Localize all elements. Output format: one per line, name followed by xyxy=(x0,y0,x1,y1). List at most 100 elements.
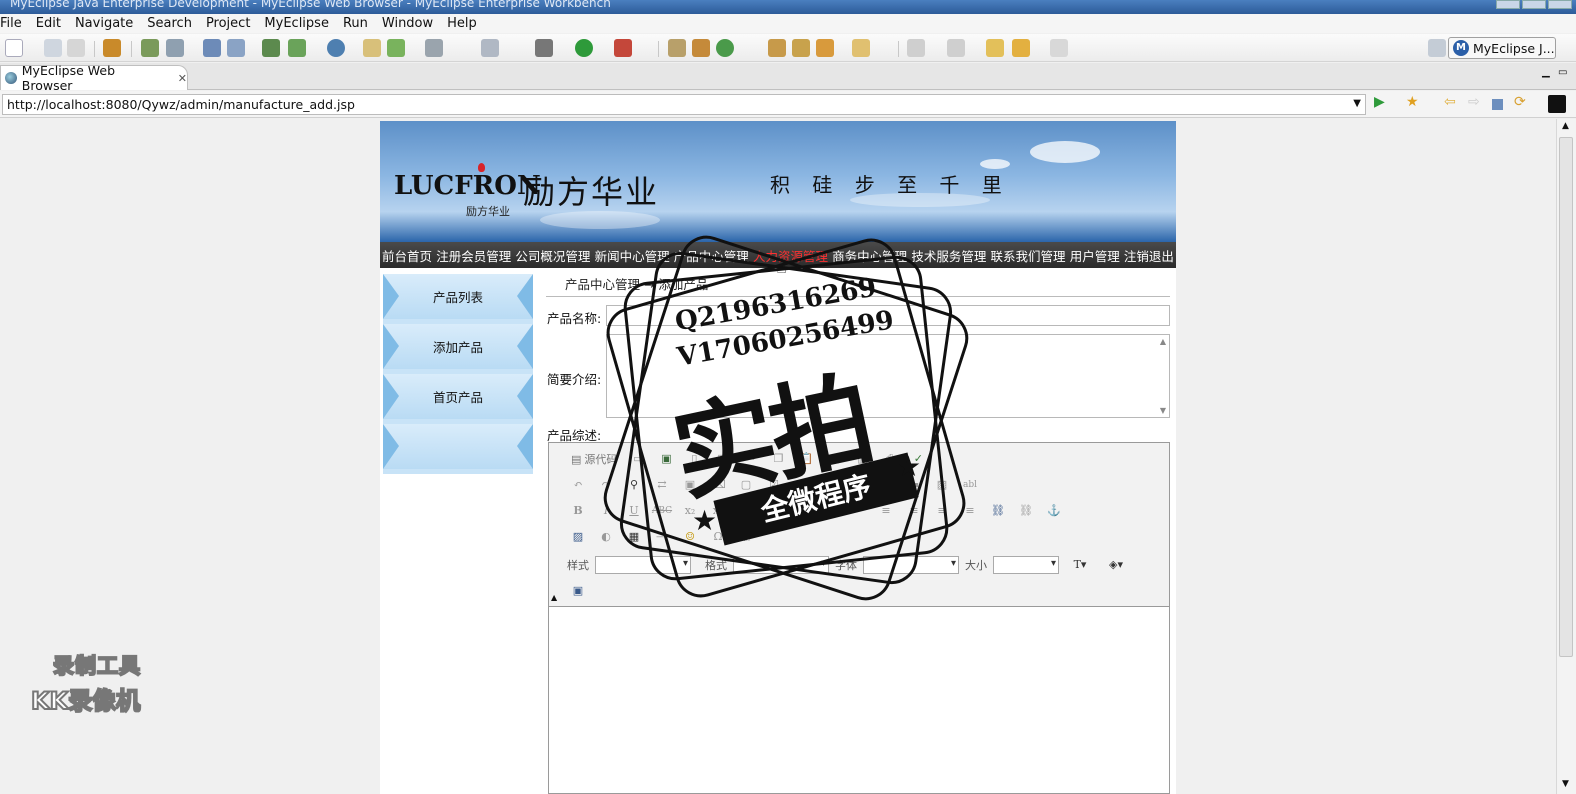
scroll-up-icon[interactable]: ▲ xyxy=(1160,337,1166,346)
nav-item[interactable]: 注销退出 xyxy=(1124,246,1174,265)
menu-file[interactable]: File xyxy=(0,16,29,31)
nav-item[interactable]: 联系我们管理 xyxy=(991,246,1066,265)
browser-menu-icon[interactable] xyxy=(1548,95,1566,113)
save-icon[interactable] xyxy=(44,39,62,57)
menu-window[interactable]: Window xyxy=(375,16,440,31)
editor-tab-row: MyEclipse Web Browser ✕ ▁ ▭ xyxy=(0,63,1576,93)
menu-edit[interactable]: Edit xyxy=(29,16,68,31)
sidebar-item-home-products[interactable]: 首页产品 xyxy=(383,374,533,419)
new-folder-icon[interactable] xyxy=(387,39,405,57)
package-icon[interactable] xyxy=(103,39,121,57)
scroll-thumb[interactable] xyxy=(1559,137,1573,657)
unlink-icon[interactable]: ⛓ xyxy=(1015,501,1037,521)
site-banner: LUCFRON 励方华业 励方华业 积 硅 步 至 千 里 xyxy=(380,121,1176,242)
star-icon: ★ xyxy=(692,504,718,537)
sidebar-item-label: 首页产品 xyxy=(432,390,483,405)
maximize-button[interactable] xyxy=(1522,0,1546,9)
maximize-view-icon[interactable]: ▭ xyxy=(1558,67,1567,78)
connect-icon[interactable] xyxy=(768,39,786,57)
sidebar-item-product-list[interactable]: 产品列表 xyxy=(383,274,533,319)
editor-content-area[interactable] xyxy=(549,608,1169,793)
nav-item[interactable]: 用户管理 xyxy=(1070,246,1120,265)
show-blocks-icon[interactable]: ▣ xyxy=(567,581,589,601)
menu-myeclipse[interactable]: MyEclipse xyxy=(257,16,336,31)
hierarchy-icon[interactable] xyxy=(262,39,280,57)
size-select[interactable] xyxy=(993,556,1059,574)
camera-icon[interactable] xyxy=(425,39,443,57)
run-icon[interactable] xyxy=(575,39,593,57)
open-folder-icon[interactable] xyxy=(363,39,381,57)
minimize-view-icon[interactable]: ▁ xyxy=(1542,67,1550,78)
menu-navigate[interactable]: Navigate xyxy=(68,16,140,31)
last-edit-icon[interactable] xyxy=(986,39,1004,57)
window-controls[interactable] xyxy=(1496,0,1572,10)
menu-project[interactable]: Project xyxy=(199,16,257,31)
nav-item[interactable]: 前台首页 xyxy=(382,246,432,265)
scroll-down-icon[interactable]: ▼ xyxy=(1160,406,1166,415)
nav-item[interactable]: 注册会员管理 xyxy=(436,246,511,265)
chevron-down-icon[interactable]: ▼ xyxy=(1353,98,1361,109)
tools-icon[interactable] xyxy=(668,39,686,57)
next-annotation-icon[interactable] xyxy=(907,39,925,57)
bold-icon[interactable]: B xyxy=(567,501,589,521)
image-icon[interactable] xyxy=(481,39,499,57)
vertical-scrollbar[interactable]: ▲ ▼ xyxy=(1556,119,1576,794)
menu-help[interactable]: Help xyxy=(440,16,484,31)
collapse-toolbar-icon[interactable]: ▲ xyxy=(551,593,557,602)
sidebar-item-label: 产品列表 xyxy=(432,290,483,305)
side-menu: 产品列表 添加产品 首页产品 xyxy=(383,274,533,474)
main-toolbar: M MyEclipse J... xyxy=(0,34,1576,62)
deploy-icon[interactable] xyxy=(203,39,221,57)
server-icon[interactable] xyxy=(166,39,184,57)
bg-color-icon[interactable]: ◈▾ xyxy=(1101,555,1131,575)
reload-icon[interactable]: ⟳ xyxy=(1514,94,1528,110)
url-input[interactable]: http://localhost:8080/Qywz/admin/manufac… xyxy=(2,94,1366,115)
menu-run[interactable]: Run xyxy=(336,16,375,31)
perspective-button[interactable]: M MyEclipse J... xyxy=(1448,37,1556,59)
refresh-icon[interactable] xyxy=(716,39,734,57)
minimize-button[interactable] xyxy=(1496,0,1520,9)
stop-icon[interactable] xyxy=(1492,99,1503,110)
back-icon[interactable] xyxy=(1012,39,1030,57)
sidebar-item-empty xyxy=(383,424,533,469)
nav-item[interactable]: 公司概况管理 xyxy=(515,246,590,265)
text-color-icon[interactable]: T▾ xyxy=(1065,555,1095,575)
debug-icon[interactable] xyxy=(141,39,159,57)
source-icon: ▤ xyxy=(571,452,582,466)
insert-image-icon[interactable]: ▨ xyxy=(567,527,589,547)
nav-forward-icon[interactable]: ⇨ xyxy=(1468,94,1482,110)
open-perspective-icon[interactable] xyxy=(1428,39,1446,57)
url-text: http://localhost:8080/Qywz/admin/manufac… xyxy=(7,97,355,112)
scroll-up-icon[interactable]: ▲ xyxy=(1562,121,1569,131)
stamp-watermark: Q2196316269 V17060256499 实拍 全微程序 ★ ★ xyxy=(596,228,976,608)
close-tab-icon[interactable]: ✕ xyxy=(178,72,187,85)
link-icon[interactable]: ⛓ xyxy=(987,501,1009,521)
print-icon[interactable] xyxy=(67,39,85,57)
go-icon[interactable]: ▶ xyxy=(1374,94,1388,110)
globe-icon[interactable] xyxy=(327,39,345,57)
undo-icon[interactable]: ↶ xyxy=(567,475,589,495)
prev-annotation-icon[interactable] xyxy=(947,39,965,57)
tab-label: MyEclipse Web Browser xyxy=(21,63,116,93)
tab-web-browser[interactable]: MyEclipse Web Browser ✕ xyxy=(0,63,188,93)
nav-back-icon[interactable]: ⇦ xyxy=(1444,94,1458,110)
mail-icon[interactable] xyxy=(816,39,834,57)
anchor-icon[interactable]: ⚓ xyxy=(1043,501,1065,521)
window-titlebar: MyEclipse Java Enterprise Development - … xyxy=(0,0,1576,14)
redeploy-icon[interactable] xyxy=(227,39,245,57)
plugin-icon[interactable] xyxy=(692,39,710,57)
folder-icon[interactable] xyxy=(852,39,870,57)
bundle-icon[interactable] xyxy=(288,39,306,57)
pin-icon[interactable] xyxy=(792,39,810,57)
close-window-button[interactable] xyxy=(1548,0,1572,9)
menu-search[interactable]: Search xyxy=(140,16,199,31)
favorite-icon[interactable]: ★ xyxy=(1406,94,1420,110)
sidebar-item-add-product[interactable]: 添加产品 xyxy=(383,324,533,369)
new-icon[interactable] xyxy=(5,39,23,57)
scroll-down-icon[interactable]: ▼ xyxy=(1562,779,1569,789)
sidebar-item-label: 添加产品 xyxy=(432,340,483,355)
bug-icon[interactable] xyxy=(535,39,553,57)
forward-icon[interactable] xyxy=(1050,39,1068,57)
coverage-icon[interactable] xyxy=(614,39,632,57)
logo-text: LUCFRON xyxy=(394,171,541,201)
